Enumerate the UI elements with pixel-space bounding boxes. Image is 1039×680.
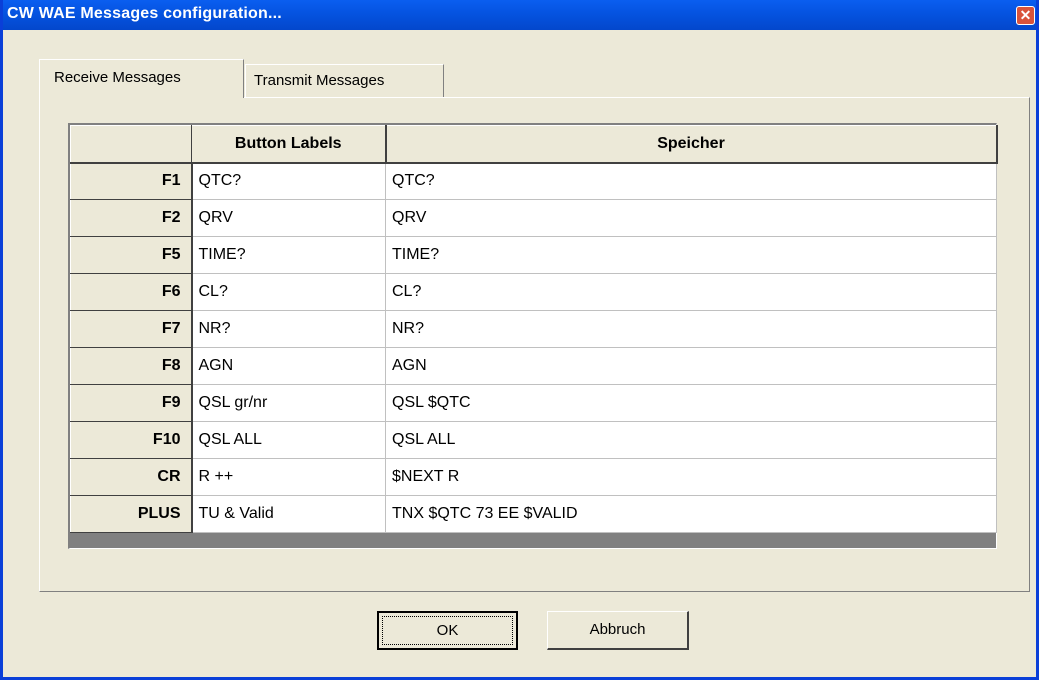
button-label-cell[interactable]: QRV — [191, 199, 386, 237]
messages-grid: Button Labels Speicher F1 QTC? QTC? F2 QRV QR… — [68, 123, 998, 549]
row-key: F7 — [70, 310, 193, 348]
row-key: F2 — [70, 199, 193, 237]
dialog-window: CW WAE Messages configuration... ✕ Recei… — [0, 0, 1039, 680]
button-label-cell[interactable]: TIME? — [191, 236, 386, 274]
memory-cell[interactable]: TNX $QTC 73 EE $VALID — [385, 495, 997, 533]
tab-label: Receive Messages — [54, 69, 181, 86]
memory-cell[interactable]: $NEXT R — [385, 458, 997, 496]
table-row: PLUS TU & Valid TNX $QTC 73 EE $VALID — [70, 495, 997, 533]
button-label-cell[interactable]: NR? — [191, 310, 386, 348]
table-row: F6 CL? CL? — [70, 273, 997, 311]
button-label-cell[interactable]: R ++ — [191, 458, 386, 496]
button-label-cell[interactable]: QSL ALL — [191, 421, 386, 459]
button-label-cell[interactable]: QSL gr/nr — [191, 384, 386, 422]
tab-label: Transmit Messages — [254, 72, 385, 89]
row-key: F1 — [70, 162, 193, 200]
close-icon[interactable]: ✕ — [1016, 6, 1035, 25]
ok-button[interactable]: OK — [377, 611, 518, 650]
column-header-button-labels[interactable]: Button Labels — [191, 125, 387, 164]
memory-cell[interactable]: NR? — [385, 310, 997, 348]
memory-cell[interactable]: QTC? — [385, 162, 997, 200]
header-row: Button Labels Speicher — [70, 125, 998, 164]
row-key: F5 — [70, 236, 193, 274]
button-label-cell[interactable]: AGN — [191, 347, 386, 385]
table-row: CR R ++ $NEXT R — [70, 458, 997, 496]
memory-cell[interactable]: CL? — [385, 273, 997, 311]
button-label-cell[interactable]: QTC? — [191, 162, 386, 200]
row-key: F8 — [70, 347, 193, 385]
button-label-cell[interactable]: TU & Valid — [191, 495, 386, 533]
button-label-cell[interactable]: CL? — [191, 273, 386, 311]
memory-cell[interactable]: TIME? — [385, 236, 997, 274]
table-row: F1 QTC? QTC? — [70, 162, 997, 200]
table-row: F10 QSL ALL QSL ALL — [70, 421, 997, 459]
memory-cell[interactable]: QSL $QTC — [385, 384, 997, 422]
title-bar[interactable]: CW WAE Messages configuration... ✕ — [3, 0, 1036, 30]
row-key: PLUS — [70, 495, 193, 533]
column-header-speicher[interactable]: Speicher — [385, 125, 998, 164]
tab-transmit-messages[interactable]: Transmit Messages — [245, 64, 444, 97]
row-key: F10 — [70, 421, 193, 459]
memory-cell[interactable]: QSL ALL — [385, 421, 997, 459]
window-title: CW WAE Messages configuration... — [7, 5, 282, 22]
table-row: F5 TIME? TIME? — [70, 236, 997, 274]
messages-table: Button Labels Speicher F1 QTC? QTC? F2 QRV QR… — [70, 125, 998, 533]
table-row: F8 AGN AGN — [70, 347, 997, 385]
memory-cell[interactable]: QRV — [385, 199, 997, 237]
tab-receive-messages[interactable]: Receive Messages — [39, 59, 244, 98]
memory-cell[interactable]: AGN — [385, 347, 997, 385]
table-row: F9 QSL gr/nr QSL $QTC — [70, 384, 997, 422]
row-key: CR — [70, 458, 193, 496]
row-key: F9 — [70, 384, 193, 422]
corner-header — [70, 125, 192, 164]
table-row: F7 NR? NR? — [70, 310, 997, 348]
table-row: F2 QRV QRV — [70, 199, 997, 237]
ok-button-label: OK — [382, 616, 513, 645]
row-key: F6 — [70, 273, 193, 311]
cancel-button[interactable]: Abbruch — [547, 611, 689, 650]
